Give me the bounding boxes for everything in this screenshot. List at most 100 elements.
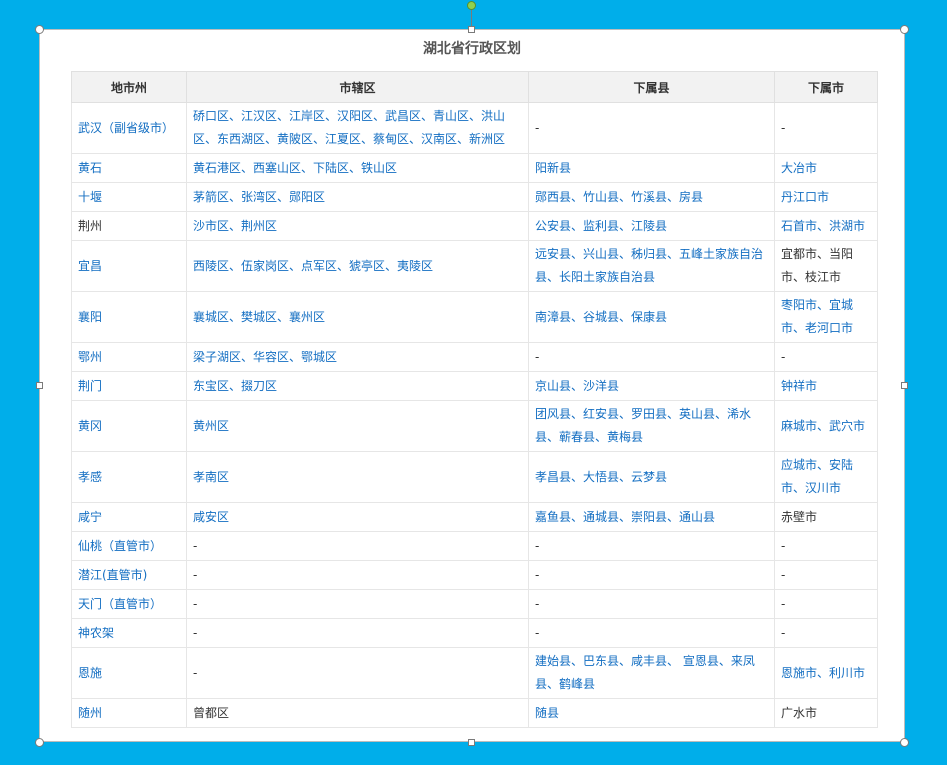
page-title: 湖北省行政区划 [423, 41, 521, 57]
cell-counties[interactable]: 郧西县、竹山县、竹溪县、房县 [528, 182, 775, 212]
header-city: 地市州 [71, 71, 187, 103]
table-row: 襄阳 襄城区、樊城区、襄州区 南漳县、谷城县、保康县 枣阳市、宜城市、老河口市 [71, 291, 878, 343]
cell-counties[interactable]: 京山县、沙洋县 [528, 371, 775, 401]
table-row: 神农架 - - - [71, 618, 878, 648]
cell-districts[interactable]: 黄石港区、西塞山区、下陆区、铁山区 [186, 153, 529, 183]
header-cities: 下属市 [774, 71, 878, 103]
cell-city[interactable]: 咸宁 [71, 502, 187, 532]
resize-handle-top-center[interactable] [468, 26, 475, 33]
cell-cities[interactable]: 大冶市 [774, 153, 878, 183]
rotate-handle[interactable] [467, 1, 476, 10]
table-row: 孝感 孝南区 孝昌县、大悟县、云梦县 应城市、安陆市、汉川市 [71, 451, 878, 503]
resize-handle-bottom-center[interactable] [468, 739, 475, 746]
cell-districts[interactable]: 咸安区 [186, 502, 529, 532]
cell-cities[interactable]: 应城市、安陆市、汉川市 [774, 451, 878, 503]
table-row: 潜江(直管市) - - - [71, 560, 878, 590]
cell-counties[interactable]: 远安县、兴山县、秭归县、五峰土家族自治县、长阳土家族自治县 [528, 240, 775, 292]
cell-counties: - [528, 589, 775, 619]
cell-districts: 曾都区 [186, 698, 529, 728]
cell-cities: - [774, 342, 878, 372]
cell-counties[interactable]: 随县 [528, 698, 775, 728]
cell-counties: - [528, 531, 775, 561]
resize-handle-bottom-right[interactable] [900, 738, 909, 747]
cell-city[interactable]: 武汉（副省级市） [71, 102, 187, 154]
cell-cities: - [774, 560, 878, 590]
header-districts: 市辖区 [186, 71, 529, 103]
table-row: 黄冈 黄州区 团风县、红安县、罗田县、英山县、浠水县、蕲春县、黄梅县 麻城市、武穴市 [71, 400, 878, 452]
table-row: 仙桃（直管市） - - - [71, 531, 878, 561]
cell-counties[interactable]: 阳新县 [528, 153, 775, 183]
cell-city[interactable]: 天门（直管市） [71, 589, 187, 619]
cell-city[interactable]: 襄阳 [71, 291, 187, 343]
cell-districts[interactable]: 孝南区 [186, 451, 529, 503]
cell-city[interactable]: 孝感 [71, 451, 187, 503]
cell-districts: - [186, 589, 529, 619]
cell-cities[interactable]: 钟祥市 [774, 371, 878, 401]
cell-cities[interactable]: 麻城市、武穴市 [774, 400, 878, 452]
cell-city[interactable]: 潜江(直管市) [71, 560, 187, 590]
cell-counties[interactable]: 孝昌县、大悟县、云梦县 [528, 451, 775, 503]
cell-districts[interactable]: 东宝区、掇刀区 [186, 371, 529, 401]
cell-city[interactable]: 仙桃（直管市） [71, 531, 187, 561]
cell-districts[interactable]: 梁子湖区、华容区、鄂城区 [186, 342, 529, 372]
resize-handle-middle-right[interactable] [901, 382, 908, 389]
resize-handle-bottom-left[interactable] [35, 738, 44, 747]
cell-districts[interactable]: 硚口区、江汉区、江岸区、汉阳区、武昌区、青山区、洪山区、东西湖区、黄陂区、江夏区… [186, 102, 529, 154]
cell-cities[interactable]: 恩施市、利川市 [774, 647, 878, 699]
cell-counties[interactable]: 南漳县、谷城县、保康县 [528, 291, 775, 343]
cell-districts[interactable]: 沙市区、荆州区 [186, 211, 529, 241]
cell-city[interactable]: 神农架 [71, 618, 187, 648]
cell-counties[interactable]: 团风县、红安县、罗田县、英山县、浠水县、蕲春县、黄梅县 [528, 400, 775, 452]
table-row: 鄂州 梁子湖区、华容区、鄂城区 - - [71, 342, 878, 372]
cell-counties[interactable]: 建始县、巴东县、咸丰县、 宣恩县、来凤县、鹤峰县 [528, 647, 775, 699]
cell-city[interactable]: 鄂州 [71, 342, 187, 372]
cell-cities: 赤壁市 [774, 502, 878, 532]
table-row: 荆门 东宝区、掇刀区 京山县、沙洋县 钟祥市 [71, 371, 878, 401]
cell-counties: - [528, 560, 775, 590]
cell-cities: - [774, 618, 878, 648]
table-row: 十堰 茅箭区、张湾区、郧阳区 郧西县、竹山县、竹溪县、房县 丹江口市 [71, 182, 878, 212]
cell-cities[interactable]: 枣阳市、宜城市、老河口市 [774, 291, 878, 343]
resize-handle-top-left[interactable] [35, 25, 44, 34]
cell-districts: - [186, 618, 529, 648]
slide-canvas: 湖北省行政区划 地市州 市辖区 下属县 下属市 武汉（副省级市） 硚口区、江汉区… [0, 0, 947, 765]
cell-cities[interactable]: 丹江口市 [774, 182, 878, 212]
table-row: 随州 曾都区 随县 广水市 [71, 698, 878, 728]
cell-city[interactable]: 十堰 [71, 182, 187, 212]
table-row: 天门（直管市） - - - [71, 589, 878, 619]
cell-city[interactable]: 随州 [71, 698, 187, 728]
cell-districts[interactable]: 襄城区、樊城区、襄州区 [186, 291, 529, 343]
cell-districts: - [186, 647, 529, 699]
cell-cities: - [774, 102, 878, 154]
cell-counties: - [528, 618, 775, 648]
cell-city[interactable]: 黄石 [71, 153, 187, 183]
cell-city[interactable]: 荆门 [71, 371, 187, 401]
table-row: 武汉（副省级市） 硚口区、江汉区、江岸区、汉阳区、武昌区、青山区、洪山区、东西湖区… [71, 102, 878, 154]
table-body: 武汉（副省级市） 硚口区、江汉区、江岸区、汉阳区、武昌区、青山区、洪山区、东西湖区… [71, 102, 878, 728]
selected-image-frame[interactable]: 湖北省行政区划 地市州 市辖区 下属县 下属市 武汉（副省级市） 硚口区、江汉区… [39, 29, 905, 742]
table-row: 恩施 - 建始县、巴东县、咸丰县、 宣恩县、来凤县、鹤峰县 恩施市、利川市 [71, 647, 878, 699]
cell-city[interactable]: 恩施 [71, 647, 187, 699]
table-container: 地市州 市辖区 下属县 下属市 武汉（副省级市） 硚口区、江汉区、江岸区、汉阳区、… [71, 71, 878, 728]
table-row: 荆州 沙市区、荆州区 公安县、监利县、江陵县 石首市、洪湖市 [71, 211, 878, 241]
cell-districts[interactable]: 茅箭区、张湾区、郧阳区 [186, 182, 529, 212]
cell-cities: - [774, 589, 878, 619]
resize-handle-middle-left[interactable] [36, 382, 43, 389]
cell-cities: 广水市 [774, 698, 878, 728]
resize-handle-top-right[interactable] [900, 25, 909, 34]
cell-districts[interactable]: 黄州区 [186, 400, 529, 452]
cell-districts: - [186, 531, 529, 561]
cell-city: 荆州 [71, 211, 187, 241]
cell-city[interactable]: 黄冈 [71, 400, 187, 452]
table-row: 宜昌 西陵区、伍家岗区、点军区、猇亭区、夷陵区 远安县、兴山县、秭归县、五峰土家族自… [71, 240, 878, 292]
cell-counties[interactable]: 公安县、监利县、江陵县 [528, 211, 775, 241]
cell-cities: 宜都市、当阳市、枝江市 [774, 240, 878, 292]
cell-cities[interactable]: 石首市、洪湖市 [774, 211, 878, 241]
table-row: 黄石 黄石港区、西塞山区、下陆区、铁山区 阳新县 大冶市 [71, 153, 878, 183]
cell-cities: - [774, 531, 878, 561]
cell-city[interactable]: 宜昌 [71, 240, 187, 292]
table-header-row: 地市州 市辖区 下属县 下属市 [71, 71, 878, 103]
cell-counties[interactable]: 嘉鱼县、通城县、崇阳县、通山县 [528, 502, 775, 532]
cell-counties: - [528, 102, 775, 154]
cell-districts[interactable]: 西陵区、伍家岗区、点军区、猇亭区、夷陵区 [186, 240, 529, 292]
